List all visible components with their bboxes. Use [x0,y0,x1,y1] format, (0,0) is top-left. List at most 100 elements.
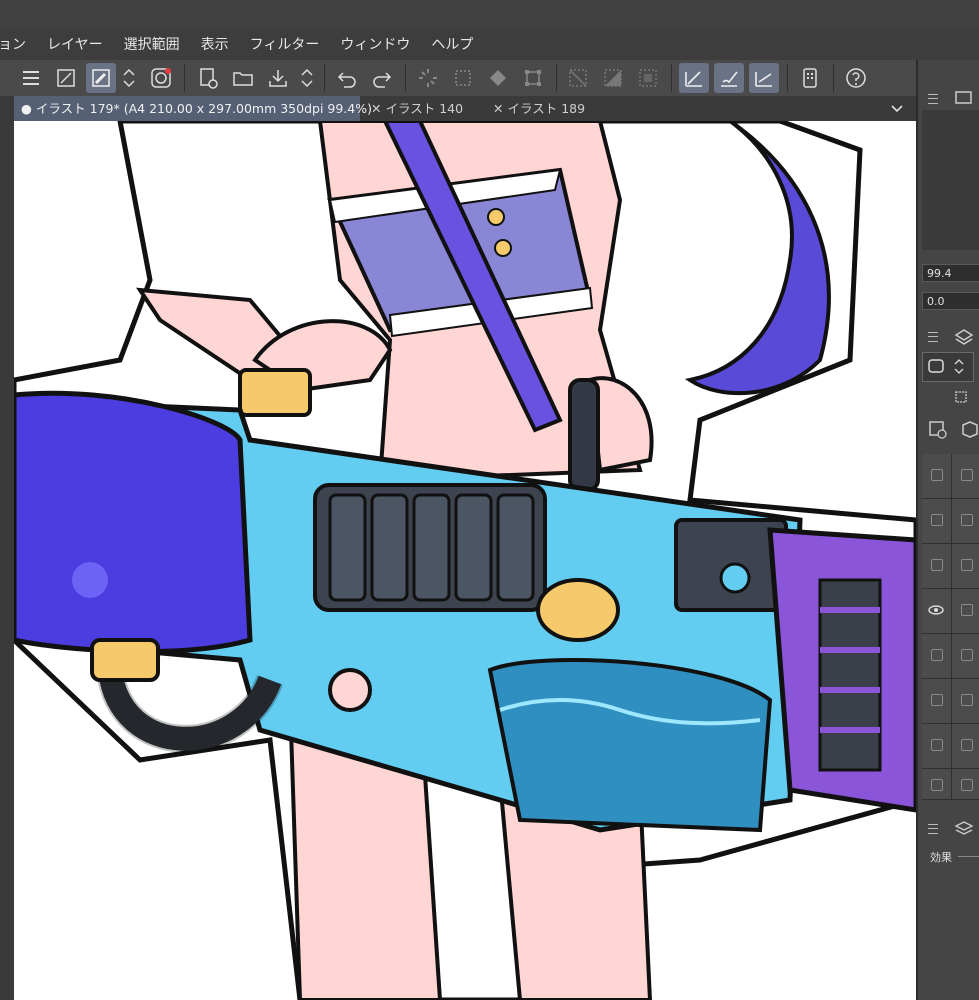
window-top-strip [0,0,979,28]
effects-panel-icon[interactable] [954,820,976,840]
tab-illust-189[interactable]: ✕ イラスト 189 [486,96,606,121]
menu-icon[interactable] [16,63,46,93]
up-down-arrows-icon[interactable] [118,63,140,93]
visibility-checkbox[interactable] [931,779,943,791]
column-divider [951,769,952,799]
panel-menu-icon[interactable] [928,94,938,104]
lock-checkbox[interactable] [961,469,973,481]
column-divider [951,499,952,543]
redo-icon[interactable] [367,63,397,93]
eyedropper-icon[interactable] [86,63,116,93]
transform-icon[interactable] [518,63,548,93]
lock-checkbox[interactable] [961,559,973,571]
smartphone-icon[interactable] [795,63,825,93]
visibility-checkbox[interactable] [931,469,943,481]
toolbar-separator [787,64,788,92]
toolbar-separator [671,64,672,92]
menu-item-selection[interactable]: 選択範囲 [124,34,180,54]
rotation-value-field[interactable]: 0.0 [922,292,979,310]
canvas-tab-bar: ● イラスト 179* (A4 210.00 x 297.00mm 350dpi … [14,96,916,121]
new-file-icon[interactable] [193,63,223,93]
menu-item-layer[interactable]: レイヤー [47,34,103,54]
deselect-icon[interactable] [563,63,593,93]
visibility-checkbox[interactable] [931,739,943,751]
save-icon[interactable] [263,63,293,93]
layer-row[interactable] [922,589,979,634]
loading-icon[interactable] [413,63,443,93]
lock-checkbox[interactable] [961,649,973,661]
layer-row[interactable] [922,544,979,589]
column-divider [951,544,952,588]
tab-illust-179[interactable]: ● イラスト 179* (A4 210.00 x 297.00mm 350dpi … [14,96,372,121]
layer-row[interactable] [922,634,979,679]
undo-icon[interactable] [332,63,362,93]
lock-checkbox[interactable] [961,514,973,526]
menu-item-animation[interactable]: ョン [0,34,26,54]
visibility-checkbox[interactable] [931,649,943,661]
drawing-canvas[interactable] [14,121,916,1000]
close-icon[interactable]: ✕ [493,101,503,116]
menu-item-filter[interactable]: フィルター [250,34,320,54]
navigator-icon[interactable] [954,90,974,106]
lock-checkbox[interactable] [961,779,973,791]
blend-mode-select[interactable] [922,352,974,382]
column-divider [951,589,952,633]
visibility-checkbox[interactable] [931,514,943,526]
zoom-value-field[interactable]: 99.4 [922,264,979,282]
layer-row[interactable] [922,499,979,544]
up-down-arrows-icon[interactable] [296,63,318,93]
tab-list-chevron-icon[interactable] [890,96,910,121]
layer-row[interactable] [922,454,979,499]
lock-checkbox[interactable] [961,604,973,616]
right-panel: 99.4 0.0 効果 [916,60,979,1000]
eye-icon[interactable] [927,603,945,617]
select-all-icon[interactable] [633,63,663,93]
panel-menu-icon[interactable] [928,332,938,342]
effects-label: 効果 [930,851,952,864]
tab-label: イラスト 140 [385,101,464,116]
visibility-checkbox[interactable] [931,694,943,706]
panel-divider [958,856,979,857]
navigator-preview [922,110,979,250]
toolbar-separator [405,64,406,92]
command-bar [0,60,916,96]
layer-row[interactable] [922,724,979,769]
layer-property-icon[interactable] [952,388,970,406]
selection-dots-icon[interactable] [448,63,478,93]
menu-item-view[interactable]: 表示 [201,34,229,54]
brush-icon[interactable] [714,63,744,93]
column-divider [951,634,952,678]
invert-selection-icon[interactable] [598,63,628,93]
new-folder-icon[interactable] [960,420,979,440]
zoom-value: 99.4 [927,267,952,280]
open-folder-icon[interactable] [228,63,258,93]
toolbar-separator [833,64,834,92]
new-layer-icon[interactable] [928,420,948,440]
layer-row[interactable] [922,679,979,724]
illustration-artwork [14,121,916,1000]
panel-menu-icon[interactable] [928,824,938,834]
visibility-checkbox[interactable] [931,559,943,571]
menu-item-window[interactable]: ウィンドウ [340,34,410,54]
pen-angle-icon[interactable] [679,63,709,93]
rotation-value: 0.0 [927,295,945,308]
layers-icon[interactable] [954,328,974,346]
left-panel-strip [0,96,14,1000]
fullscreen-icon[interactable] [51,63,81,93]
lock-checkbox[interactable] [961,694,973,706]
menu-item-help[interactable]: ヘルプ [431,34,473,54]
column-divider [951,454,952,498]
fill-icon[interactable] [483,63,513,93]
toolbar-separator [184,64,185,92]
lock-checkbox[interactable] [961,739,973,751]
help-icon[interactable] [841,63,871,93]
column-divider [951,679,952,723]
modified-dot-icon: ● [21,101,32,116]
menu-bar: ョン レイヤー 選択範囲 表示 フィルター ウィンドウ ヘルプ [0,28,979,60]
tab-illust-140[interactable]: ✕ イラスト 140 [364,96,482,121]
tab-label: イラスト 179* (A4 210.00 x 297.00mm 350dpi 9… [35,101,372,116]
ruler-angle-icon[interactable] [749,63,779,93]
spiral-logo-icon[interactable] [146,63,176,93]
layer-row[interactable] [922,769,979,800]
close-icon[interactable]: ✕ [371,101,381,116]
